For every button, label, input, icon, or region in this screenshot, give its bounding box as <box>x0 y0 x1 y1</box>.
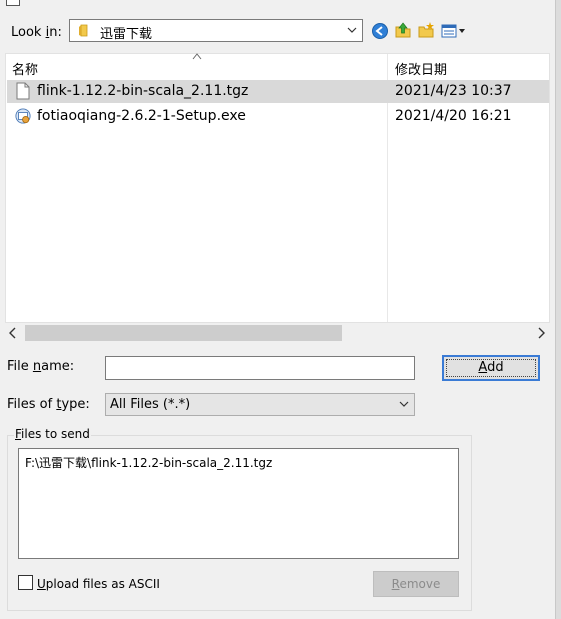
look-in-value: 迅雷下载 <box>100 27 153 42</box>
chevron-down-icon <box>347 27 357 33</box>
up-folder-icon[interactable] <box>394 21 412 39</box>
remove-button[interactable]: Remove <box>373 571 459 597</box>
files-to-send-label: Files to send <box>14 427 91 441</box>
file-type-label: Files of type: <box>7 397 90 412</box>
file-type-dropdown[interactable]: All Files (*.*) <box>105 393 415 416</box>
chevron-left-icon[interactable] <box>8 327 18 339</box>
column-header-date[interactable]: 修改日期 <box>395 59 447 78</box>
horizontal-scrollbar[interactable] <box>5 323 550 343</box>
new-folder-icon[interactable] <box>417 21 435 39</box>
scrollbar-thumb[interactable] <box>25 325 342 341</box>
list-item[interactable]: fotiaoqiang-2.6.2-1-Setup.exe 2021/4/20 … <box>7 105 549 128</box>
title-bar <box>0 0 561 8</box>
add-button[interactable]: Add <box>442 355 540 381</box>
list-item[interactable]: F:\迅雷下载\flink-1.12.2-bin-scala_2.11.tgz <box>25 454 272 471</box>
back-icon[interactable] <box>371 22 389 40</box>
upload-ascii-checkbox[interactable] <box>18 575 33 590</box>
file-name-input[interactable] <box>105 356 415 380</box>
window-border <box>555 0 561 619</box>
chevron-down-icon <box>399 401 409 407</box>
file-date: 2021/4/20 16:21 <box>395 108 512 124</box>
look-in-dropdown[interactable]: 迅雷下载 <box>69 19 363 42</box>
focus-rect <box>446 359 536 377</box>
file-name: flink-1.12.2-bin-scala_2.11.tgz <box>37 83 249 99</box>
folder-icon <box>79 24 88 37</box>
file-date: 2021/4/23 10:37 <box>395 83 512 99</box>
files-to-send-list[interactable]: F:\迅雷下载\flink-1.12.2-bin-scala_2.11.tgz <box>18 448 459 559</box>
file-name-label: File name: <box>7 359 75 374</box>
file-icon <box>16 82 30 100</box>
dialog-icon <box>6 0 20 6</box>
file-type-value: All Files (*.*) <box>110 397 191 412</box>
file-list[interactable]: 名称 修改日期 flink-1.12.2-bin-scala_2.11.tgz … <box>5 53 550 323</box>
list-item[interactable]: flink-1.12.2-bin-scala_2.11.tgz 2021/4/2… <box>7 80 549 103</box>
sort-ascending-icon <box>192 53 202 60</box>
installer-icon <box>15 108 31 124</box>
chevron-right-icon[interactable] <box>536 327 546 339</box>
upload-ascii-label[interactable]: Upload files as ASCII <box>37 577 160 591</box>
view-menu-icon[interactable] <box>441 24 471 38</box>
look-in-label: Look in: <box>11 25 62 40</box>
file-name: fotiaoqiang-2.6.2-1-Setup.exe <box>37 108 246 124</box>
column-header-name[interactable]: 名称 <box>12 59 38 78</box>
